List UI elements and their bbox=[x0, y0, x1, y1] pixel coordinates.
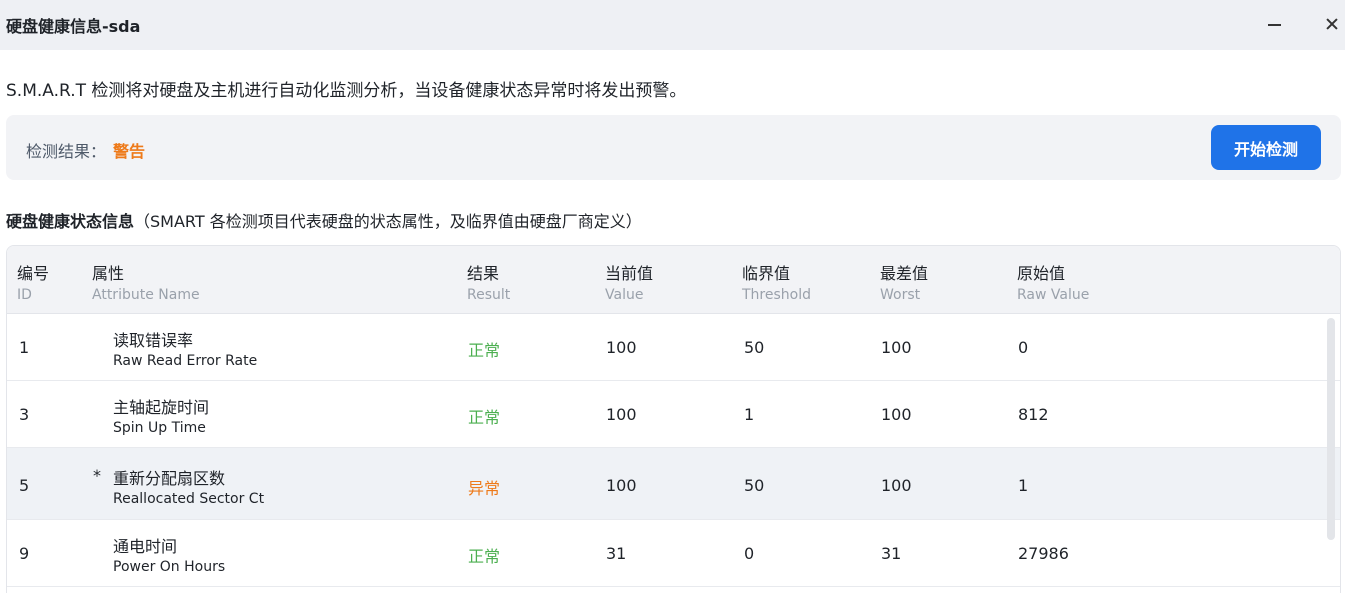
col-id-en: ID bbox=[17, 287, 32, 303]
current-value: 31 bbox=[606, 544, 627, 563]
smart-description: S.M.A.R.T 检测将对硬盘及主机进行自动化监测分析，当设备健康状态异常时将… bbox=[6, 81, 687, 101]
result-status: 正常 bbox=[468, 408, 501, 427]
col-attribute-en: Attribute Name bbox=[92, 287, 200, 303]
attribute-name-en: Reallocated Sector Ct bbox=[113, 491, 265, 507]
section-heading: 硬盘健康状态信息（SMART 各检测项目代表硬盘的状态属性，及临界值由硬盘厂商定… bbox=[6, 208, 642, 232]
raw-value: 1 bbox=[1018, 476, 1029, 495]
threshold-value: 1 bbox=[744, 405, 755, 424]
close-icon[interactable] bbox=[1320, 12, 1344, 36]
col-result: 结果 Result bbox=[467, 260, 510, 303]
warning-flag: * bbox=[93, 466, 101, 485]
table-row[interactable]: 1 读取错误率 Raw Read Error Rate 正常 100 50 10… bbox=[7, 314, 1340, 381]
col-raw: 原始值 Raw Value bbox=[1017, 260, 1089, 303]
attribute-name-zh: 读取错误率 bbox=[113, 331, 194, 350]
col-result-zh: 结果 bbox=[467, 264, 500, 283]
table-row[interactable]: 9 通电时间 Power On Hours 正常 31 0 31 27986 bbox=[7, 520, 1340, 587]
attribute-name-zh: 通电时间 bbox=[113, 537, 178, 556]
col-attribute-zh: 属性 bbox=[92, 264, 125, 283]
col-worst-en: Worst bbox=[880, 287, 921, 303]
worst-value: 100 bbox=[881, 405, 912, 424]
table-row[interactable]: 3 主轴起旋时间 Spin Up Time 正常 100 1 100 812 bbox=[7, 381, 1340, 448]
col-raw-en: Raw Value bbox=[1017, 287, 1090, 303]
col-attribute: 属性 Attribute Name bbox=[92, 260, 200, 303]
threshold-value: 0 bbox=[744, 544, 755, 563]
section-title: 硬盘健康状态信息 bbox=[6, 212, 135, 231]
col-worst: 最差值 Worst bbox=[880, 260, 928, 303]
row-id: 9 bbox=[19, 544, 30, 563]
col-threshold: 临界值 Threshold bbox=[742, 260, 811, 303]
row-id: 5 bbox=[19, 476, 30, 495]
row-id: 1 bbox=[19, 338, 30, 357]
minimize-icon[interactable] bbox=[1262, 12, 1286, 36]
start-detection-button[interactable]: 开始检测 bbox=[1211, 125, 1321, 170]
col-threshold-zh: 临界值 bbox=[742, 264, 791, 283]
result-status: 异常 bbox=[468, 479, 501, 498]
current-value: 100 bbox=[606, 476, 637, 495]
threshold-value: 50 bbox=[744, 476, 765, 495]
result-status: 正常 bbox=[468, 547, 501, 566]
smart-table: 编号 ID 属性 Attribute Name 结果 Result 当前值 Va… bbox=[6, 245, 1341, 593]
col-value: 当前值 Value bbox=[605, 260, 653, 303]
attribute-name-en: Power On Hours bbox=[113, 559, 226, 575]
title-bar: 硬盘健康信息-sda bbox=[0, 0, 1345, 50]
raw-value: 812 bbox=[1018, 405, 1049, 424]
col-result-en: Result bbox=[467, 287, 511, 303]
col-threshold-en: Threshold bbox=[742, 287, 811, 303]
raw-value: 27986 bbox=[1018, 544, 1069, 563]
current-value: 100 bbox=[606, 338, 637, 357]
table-row[interactable]: 5 * 重新分配扇区数 Reallocated Sector Ct 异常 100… bbox=[7, 448, 1340, 520]
attribute-name-en: Raw Read Error Rate bbox=[113, 353, 258, 369]
attribute-name-zh: 主轴起旋时间 bbox=[113, 398, 210, 417]
attribute-name-en: Spin Up Time bbox=[113, 420, 206, 436]
worst-value: 100 bbox=[881, 476, 912, 495]
table-scrollbar[interactable] bbox=[1327, 318, 1335, 540]
result-panel: 检测结果： 警告 开始检测 bbox=[6, 115, 1341, 180]
threshold-value: 50 bbox=[744, 338, 765, 357]
result-label: 检测结果： bbox=[26, 142, 107, 161]
table-header: 编号 ID 属性 Attribute Name 结果 Result 当前值 Va… bbox=[7, 246, 1340, 314]
window-title: 硬盘健康信息-sda bbox=[6, 17, 141, 36]
col-id: 编号 ID bbox=[17, 260, 49, 303]
attribute-name-zh: 重新分配扇区数 bbox=[113, 469, 226, 488]
result-value: 警告 bbox=[113, 142, 146, 161]
raw-value: 0 bbox=[1018, 338, 1029, 357]
col-raw-zh: 原始值 bbox=[1017, 264, 1066, 283]
col-value-en: Value bbox=[605, 287, 644, 303]
row-id: 3 bbox=[19, 405, 30, 424]
col-worst-zh: 最差值 bbox=[880, 264, 929, 283]
worst-value: 31 bbox=[881, 544, 902, 563]
result-status: 正常 bbox=[468, 341, 501, 360]
col-id-zh: 编号 bbox=[17, 264, 50, 283]
current-value: 100 bbox=[606, 405, 637, 424]
section-note: （SMART 各检测项目代表硬盘的状态属性，及临界值由硬盘厂商定义） bbox=[134, 212, 642, 231]
worst-value: 100 bbox=[881, 338, 912, 357]
col-value-zh: 当前值 bbox=[605, 264, 654, 283]
